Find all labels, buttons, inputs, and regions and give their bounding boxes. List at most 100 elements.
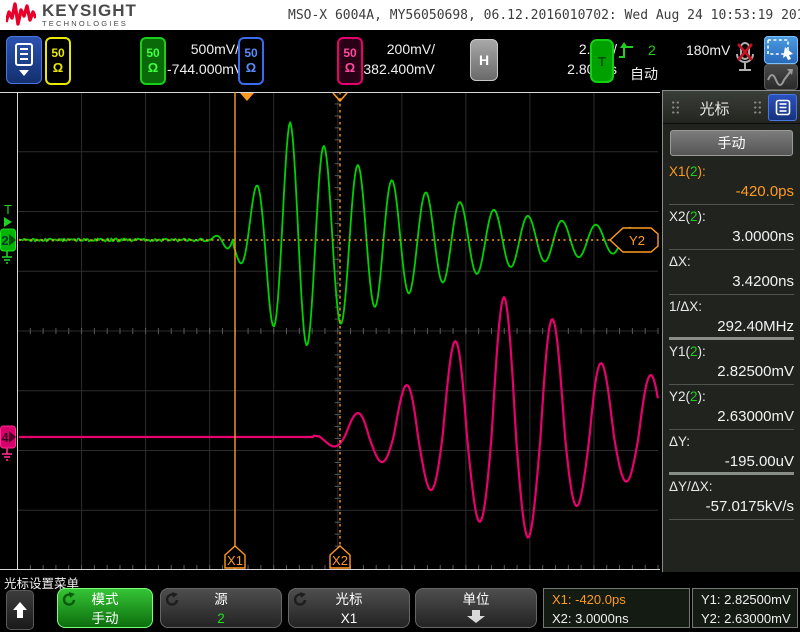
channel1-badge[interactable]: 50 Ω: [45, 37, 71, 85]
softkey-source[interactable]: 源 2: [160, 588, 282, 628]
oscilloscope-screen: KEYSIGHT TECHNOLOGIES MSO-X 6004A, MY560…: [0, 0, 800, 632]
microphone-muted-icon[interactable]: [730, 40, 760, 82]
cursor-row-inv-dx: 1/ΔX: 292.40MHz: [669, 295, 794, 340]
row-label: X1(: [669, 164, 690, 179]
trigger-level-marker[interactable]: T: [4, 202, 12, 227]
x1-readout: X1: -420.0ps: [552, 590, 689, 609]
main-menu-button[interactable]: [6, 36, 42, 84]
row-value: 2.63000mV: [669, 406, 794, 428]
graticule-grid: [18, 92, 659, 570]
svg-text:4: 4: [1, 430, 9, 445]
channel3-badge[interactable]: 50 Ω: [238, 37, 264, 85]
knob-icon: [62, 592, 77, 607]
cursor-readout-rows: X1(2): -420.0ps X2(2): 3.0000ns ΔX: 3.42…: [669, 160, 794, 520]
zone-trigger-button[interactable]: [764, 64, 798, 90]
cursor-row-dx: ΔX: 3.4200ns: [669, 250, 794, 295]
drag-handle-icon: [753, 100, 762, 115]
row-channel: 2: [690, 389, 698, 404]
down-arrow-icon: [463, 609, 489, 624]
trigger-badge[interactable]: T: [590, 39, 614, 83]
trigger-level: 180mV: [686, 42, 730, 58]
knob-icon: [165, 592, 180, 607]
zone-trigger-icon: [765, 65, 795, 87]
trigger-label: T: [598, 54, 606, 69]
row-label-end: ):: [698, 344, 706, 359]
row-value: -57.0175kV/s: [669, 496, 794, 518]
channel2-waveform: [19, 122, 658, 345]
ch2-ohm: Ω: [148, 60, 158, 76]
row-value: -420.0ps: [669, 181, 794, 203]
cursor-panel-menu-button[interactable]: [768, 94, 797, 121]
logo-sub: TECHNOLOGIES: [42, 20, 137, 28]
svg-text:X1: X1: [227, 553, 243, 568]
instrument-title: MSO-X 6004A, MY56050698, 06.12.201601070…: [288, 8, 798, 23]
channel4-waveform: [19, 297, 658, 537]
ch2-scale: 500mV/: [167, 39, 239, 59]
softkey-mode-value: 手动: [58, 609, 152, 628]
ch1-impedance: 50: [51, 46, 64, 60]
up-arrow-icon: [12, 601, 28, 619]
menu-list-icon: [775, 99, 791, 116]
cursor-row-x2: X2(2): 3.0000ns: [669, 205, 794, 250]
horizontal-badge[interactable]: H: [470, 39, 498, 81]
row-label: Y2(: [669, 389, 690, 404]
ch1-ohm: Ω: [53, 60, 63, 76]
x2-readout: X2: 3.0000ns: [552, 609, 689, 628]
row-value: 292.40MHz: [669, 316, 794, 338]
row-label-end: ):: [698, 389, 706, 404]
x-cursor-readout: X1: -420.0ps X2: 3.0000ns: [543, 588, 690, 628]
row-value: -195.00uV: [669, 451, 794, 473]
softkey-units[interactable]: 单位: [415, 588, 537, 628]
x1-cursor-tag[interactable]: X1: [225, 546, 245, 568]
horizontal-label: H: [479, 52, 489, 68]
row-label: ΔY:: [669, 434, 690, 449]
channel2-badge[interactable]: 50 Ω: [140, 37, 166, 85]
softkey-bar: 光标设置菜单 模式 手动 源 2: [0, 572, 800, 632]
touch-select-button[interactable]: [764, 36, 798, 64]
ch4-impedance: 50: [343, 46, 356, 60]
ch3-impedance: 50: [244, 46, 257, 60]
cursor-row-y1: Y1(2): 2.82500mV: [669, 340, 794, 385]
x2-cursor-tag[interactable]: X2: [330, 546, 350, 568]
channel2-settings[interactable]: 500mV/ -744.000mV: [167, 39, 239, 79]
row-channel: 2: [690, 209, 698, 224]
row-value: 3.0000ns: [669, 226, 794, 248]
y-cursor-readout: Y1: 2.82500mV Y2: 2.63000mV: [692, 588, 798, 628]
channel4-badge[interactable]: 50 Ω: [337, 37, 363, 85]
channel4-settings[interactable]: 200mV/ 382.400mV: [363, 39, 435, 79]
row-channel: 2: [690, 344, 698, 359]
trigger-position-marker[interactable]: [240, 93, 254, 101]
menu-up-button[interactable]: [6, 590, 34, 630]
cursor-panel-header[interactable]: 光标: [663, 91, 800, 124]
keysight-logo: KEYSIGHT TECHNOLOGIES: [6, 2, 137, 28]
softkey-mode[interactable]: 模式 手动: [57, 588, 153, 628]
row-label: X2(: [669, 209, 690, 224]
row-label-end: ):: [698, 209, 706, 224]
logo-name: KEYSIGHT: [42, 2, 137, 19]
knob-icon: [293, 592, 308, 607]
channel2-ground-marker[interactable]: 2: [1, 229, 17, 263]
touch-select-icon: [765, 37, 795, 61]
ch4-offset: 382.400mV: [363, 59, 435, 79]
title-bar: KEYSIGHT TECHNOLOGIES MSO-X 6004A, MY560…: [0, 0, 800, 30]
trigger-source: 2: [648, 42, 656, 58]
row-label: Y1(: [669, 344, 690, 359]
svg-text:X2: X2: [332, 553, 348, 568]
row-label-end: ):: [698, 164, 706, 179]
cursor-row-slope: ΔY/ΔX: -57.0175kV/s: [669, 475, 794, 520]
row-label: 1/ΔX:: [669, 299, 702, 314]
cursor-mode-button[interactable]: 手动: [670, 130, 793, 156]
ch2-impedance: 50: [146, 46, 159, 60]
rising-edge-icon: [618, 42, 634, 59]
ch2-offset: -744.000mV: [167, 59, 239, 79]
row-channel: 2: [690, 164, 698, 179]
ch4-scale: 200mV/: [363, 39, 435, 59]
softkey-units-label: 单位: [416, 590, 536, 609]
channel4-ground-marker[interactable]: 4: [1, 426, 17, 460]
keysight-logo-icon: [6, 2, 36, 28]
y1-readout: Y1: 2.82500mV: [701, 590, 797, 609]
menu-list-icon: [13, 43, 35, 77]
softkey-cursor[interactable]: 光标 X1: [288, 588, 410, 628]
cursor-row-y2: Y2(2): 2.63000mV: [669, 385, 794, 430]
svg-text:2: 2: [1, 233, 8, 248]
